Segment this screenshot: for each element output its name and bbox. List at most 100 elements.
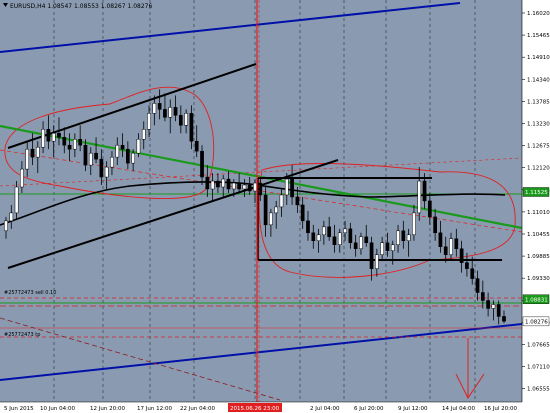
time-label: 10 Jun 04:00 — [40, 406, 75, 412]
candle — [152, 103, 157, 114]
candle — [216, 180, 220, 188]
candle — [20, 168, 24, 188]
candle — [396, 230, 400, 246]
candle — [78, 138, 83, 146]
candle — [369, 242, 374, 269]
candle — [274, 206, 279, 214]
candle — [226, 178, 231, 190]
price-label: 1.12675 — [527, 144, 550, 150]
candle — [337, 232, 342, 246]
candle — [343, 228, 347, 234]
candle — [67, 144, 72, 150]
price-label: 1.11010 — [527, 210, 550, 216]
candle — [454, 238, 459, 249]
candle — [406, 234, 411, 242]
vline-time-label: 2015.06.26 23:00 — [230, 406, 280, 412]
price-label: 1.16020 — [527, 11, 550, 17]
price-label: 1.12120 — [527, 166, 550, 172]
candle — [46, 129, 51, 142]
candle — [443, 246, 448, 255]
candle — [83, 144, 88, 166]
candle — [94, 152, 98, 160]
price-axis — [522, 0, 550, 413]
price-label: 1.09330 — [527, 276, 550, 282]
price-label: 1.06555 — [527, 387, 550, 393]
time-label: 6 Jul 20:00 — [354, 406, 384, 412]
candle — [104, 166, 109, 178]
candle — [353, 242, 358, 249]
candle — [194, 140, 199, 152]
candle — [306, 220, 310, 234]
candle — [184, 113, 188, 126]
chart-window[interactable]: #25772473 sell 0.10 #25772473 tp 1.16020 1… — [0, 0, 550, 413]
candle — [322, 226, 326, 236]
candle — [380, 242, 384, 255]
candle — [359, 236, 363, 249]
candle — [14, 186, 19, 214]
candle — [210, 180, 215, 190]
candle — [279, 194, 284, 208]
candle — [163, 109, 167, 118]
candle — [120, 144, 125, 150]
price-chart[interactable]: #25772473 sell 0.10 #25772473 tp 1.16020 1… — [0, 0, 550, 413]
candle — [157, 103, 162, 110]
candle — [332, 236, 337, 246]
candle — [131, 152, 135, 164]
time-label: 9 Jul 12:00 — [398, 406, 428, 412]
candle — [427, 200, 432, 218]
candle — [390, 244, 395, 251]
time-label: 16 Jul 20:00 — [484, 406, 517, 412]
price-tag-current-text: 1.08276 — [525, 319, 548, 325]
candle — [41, 129, 45, 148]
price-label: 1.15465 — [527, 33, 550, 39]
candle — [475, 278, 480, 293]
candle — [422, 180, 427, 202]
candle — [200, 150, 204, 178]
price-label: 1.07110 — [527, 365, 550, 371]
price-label: 1.07665 — [527, 343, 550, 349]
candle — [258, 182, 263, 196]
time-label: 12 Jun 20:00 — [90, 406, 125, 412]
candle — [147, 113, 151, 130]
candle — [9, 212, 14, 222]
price-label: 1.14340 — [527, 77, 550, 83]
time-label: 14 Jul 04:00 — [442, 406, 475, 412]
candle — [237, 182, 241, 190]
candle — [110, 156, 114, 168]
plot-area[interactable] — [0, 0, 522, 402]
candle — [295, 196, 300, 206]
candle — [247, 184, 252, 192]
candle — [290, 178, 294, 198]
candle — [126, 148, 130, 164]
candle — [57, 133, 61, 138]
candle — [4, 220, 8, 232]
candle — [253, 182, 257, 192]
candle — [385, 242, 390, 251]
candle — [375, 254, 379, 269]
candle — [502, 316, 506, 322]
time-label: 17 Jun 12:00 — [137, 406, 172, 412]
order-label: #25772473 sell 0.10 — [4, 290, 56, 296]
candle — [242, 184, 247, 190]
candle — [401, 230, 406, 242]
candle — [51, 133, 56, 142]
candle — [30, 148, 35, 158]
candle — [99, 158, 104, 178]
candle — [73, 138, 77, 150]
price-tag-green2-text: 1.08831 — [525, 297, 548, 303]
candle — [35, 146, 40, 158]
time-label: 2 Jul 04:00 — [310, 406, 340, 412]
candle — [496, 304, 501, 317]
candle — [205, 176, 210, 190]
price-label: 1.14910 — [527, 55, 550, 61]
candle — [311, 232, 316, 242]
candle — [348, 228, 353, 244]
candle — [231, 182, 236, 190]
chart-title: EURUSD,H4 1.08547 1.08553 1.08267 1.0827… — [10, 3, 152, 10]
candle — [417, 180, 422, 214]
candle — [412, 212, 416, 236]
candle — [263, 194, 268, 226]
candle — [173, 107, 178, 116]
price-tag-green-text: 1.11525 — [525, 190, 548, 196]
candle — [62, 136, 67, 146]
